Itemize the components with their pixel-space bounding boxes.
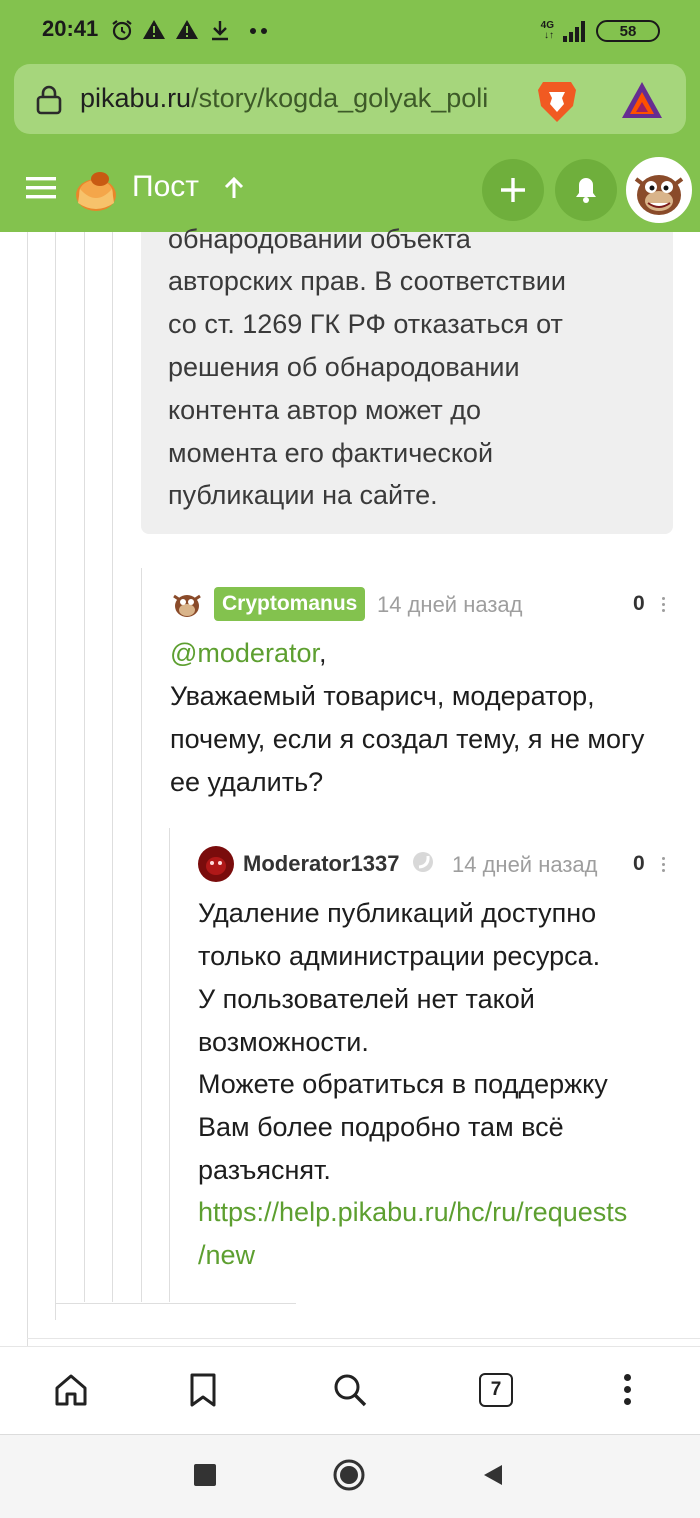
thread-line bbox=[84, 232, 85, 1302]
url-host: pikabu.ru bbox=[80, 83, 192, 113]
comment-body-line: У пользователей нет такой bbox=[198, 984, 535, 1014]
network-type: 4G ↓↑ bbox=[540, 20, 554, 41]
notice-line: решения об обнародовании bbox=[168, 352, 520, 382]
comment-body-line: возможности. bbox=[198, 1027, 369, 1057]
moderator-badge-icon bbox=[413, 852, 433, 872]
warning-icon bbox=[143, 20, 165, 39]
comment-author[interactable]: Cryptomanus bbox=[214, 587, 366, 621]
notice-line: обнародовании объекта bbox=[168, 224, 471, 254]
comment-time[interactable]: 14 дней назад bbox=[377, 592, 523, 618]
status-right: 4G ↓↑ 58 bbox=[541, 18, 660, 44]
more-vert-icon[interactable] bbox=[624, 1374, 632, 1405]
warning-icon bbox=[176, 20, 198, 39]
thread-line bbox=[27, 232, 28, 1346]
add-post-button[interactable] bbox=[482, 159, 544, 221]
comment-body-line: Вам более подробно там всё bbox=[198, 1112, 564, 1142]
status-time: 20:41 bbox=[42, 16, 99, 41]
thread-line bbox=[169, 828, 170, 1302]
comment-score: 0 bbox=[633, 852, 645, 875]
battery-indicator: 58 bbox=[596, 20, 660, 42]
pikabu-logo-icon[interactable] bbox=[70, 163, 122, 215]
bat-triangle-icon[interactable] bbox=[620, 80, 664, 120]
comment-body-line: Удаление публикаций доступно bbox=[198, 898, 597, 928]
menu-icon[interactable] bbox=[26, 175, 56, 201]
url-text[interactable]: pikabu.ru/story/kogda_golyak_poli bbox=[80, 83, 516, 114]
comment-body-line: ее удалить? bbox=[170, 767, 324, 797]
comment-body-line: Можете обратиться в поддержку bbox=[198, 1069, 608, 1099]
bell-icon bbox=[576, 178, 596, 203]
comment-author[interactable]: Moderator1337 bbox=[243, 851, 400, 877]
thread-line bbox=[141, 568, 142, 1302]
battery-level: 58 bbox=[619, 22, 637, 40]
notification-dot bbox=[250, 28, 256, 34]
notifications-button[interactable] bbox=[555, 159, 617, 221]
thread-divider bbox=[27, 1338, 700, 1339]
notice-line: авторских прав. В соответствии bbox=[168, 266, 566, 296]
home-icon[interactable] bbox=[53, 1372, 89, 1408]
plus-icon bbox=[501, 178, 525, 202]
thread-line bbox=[55, 232, 56, 1320]
tabs-button[interactable]: 7 bbox=[479, 1373, 513, 1407]
thread-line bbox=[112, 232, 113, 1302]
comment-body-line: разъяснят. bbox=[198, 1155, 331, 1185]
support-link[interactable]: /new bbox=[198, 1234, 255, 1277]
mention-link[interactable]: @moderator bbox=[170, 638, 319, 668]
notification-dot bbox=[261, 28, 267, 34]
url-path: /story/kogda_golyak_poli bbox=[191, 83, 489, 113]
comment-body-line: @moderator, bbox=[170, 638, 327, 668]
comment-score: 0 bbox=[633, 592, 645, 615]
search-icon[interactable] bbox=[332, 1372, 368, 1408]
comment-body-line: почему, если я создал тему, я не могу bbox=[170, 724, 645, 754]
comment-body-line: только администрации ресурса. bbox=[198, 941, 601, 971]
comment-body-line: Уважаемый товарисч, модератор, bbox=[170, 681, 595, 711]
lock-icon[interactable] bbox=[36, 85, 62, 115]
alarm-icon bbox=[112, 20, 132, 41]
support-link[interactable]: https://help.pikabu.ru/hc/ru/requests bbox=[198, 1191, 627, 1234]
comment-time[interactable]: 14 дней назад bbox=[452, 852, 598, 878]
signal-icon bbox=[563, 21, 585, 42]
thread-divider bbox=[55, 1303, 296, 1304]
comment-more-icon[interactable] bbox=[662, 854, 666, 875]
notice-line: со ст. 1269 ГК РФ отказаться от bbox=[168, 309, 563, 339]
comment-avatar[interactable] bbox=[198, 846, 234, 882]
comment-avatar[interactable] bbox=[170, 586, 204, 620]
home-nav-button[interactable] bbox=[333, 1459, 365, 1491]
recents-button[interactable] bbox=[194, 1464, 216, 1486]
back-nav-button[interactable] bbox=[482, 1463, 504, 1487]
download-icon bbox=[212, 21, 228, 41]
arrow-up-icon[interactable] bbox=[222, 176, 246, 200]
page-title: Пост bbox=[132, 170, 199, 203]
comment-more-icon[interactable] bbox=[662, 594, 666, 615]
avatar[interactable] bbox=[626, 157, 692, 223]
bookmark-icon[interactable] bbox=[188, 1372, 218, 1408]
notice-line: публикации на сайте. bbox=[168, 480, 438, 510]
notice-line: контента автор может до bbox=[168, 395, 482, 425]
notice-line: момента его фактической bbox=[168, 438, 494, 468]
brave-lion-icon[interactable] bbox=[537, 78, 577, 124]
